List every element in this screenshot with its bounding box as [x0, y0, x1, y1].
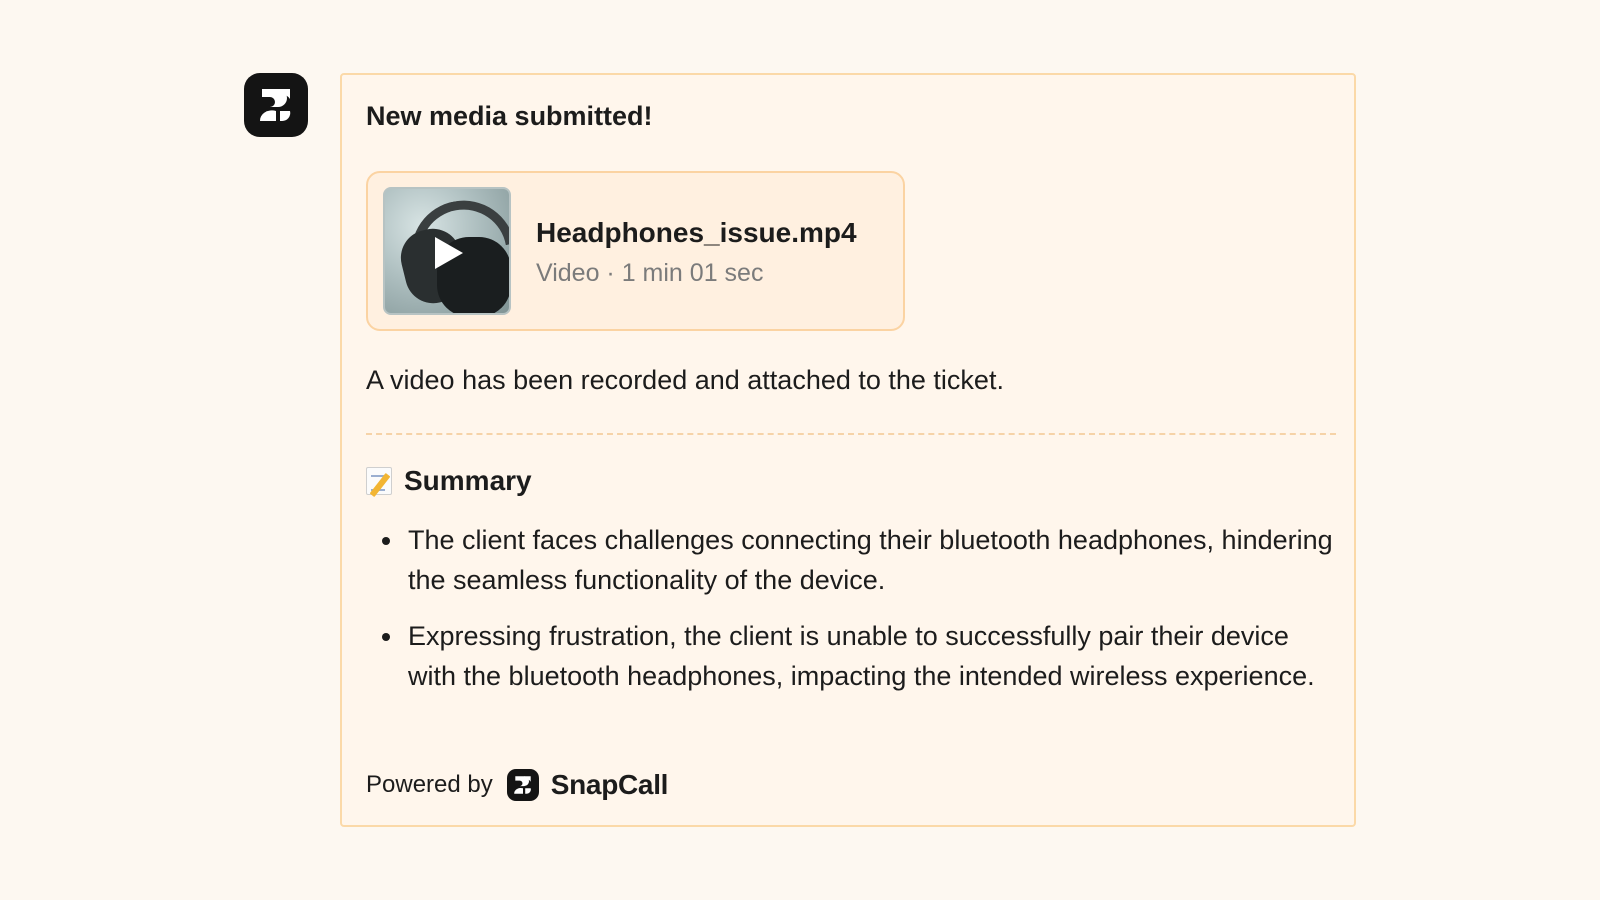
powered-by-label: Powered by: [366, 771, 493, 798]
snapcall-logo-icon: [259, 89, 291, 122]
media-meta: Video · 1 min 01 sec: [536, 259, 764, 287]
summary-heading: Summary: [366, 465, 532, 497]
summary-item: Expressing frustration, the client is un…: [382, 616, 1342, 696]
summary-list: The client faces challenges connecting t…: [382, 520, 1342, 712]
snapcall-logo-icon: [506, 769, 539, 801]
media-file-name: Headphones_issue.mp4: [536, 217, 857, 248]
message-title: New media submitted!: [366, 101, 653, 131]
summary-item: The client faces challenges connecting t…: [382, 520, 1342, 600]
dashed-divider: [366, 433, 1336, 435]
brand-name[interactable]: SnapCall: [551, 769, 669, 801]
memo-icon: [366, 467, 392, 495]
play-icon[interactable]: [435, 237, 463, 269]
media-attachment[interactable]: Headphones_issue.mp4 Video · 1 min 01 se…: [366, 171, 905, 331]
snapcall-app-avatar: [244, 73, 308, 137]
powered-by-footer: Powered by SnapCall: [366, 769, 668, 801]
message-card: New media submitted! Headphones_issue.mp…: [340, 73, 1356, 827]
message-description: A video has been recorded and attached t…: [366, 365, 1004, 395]
video-thumbnail[interactable]: [383, 187, 511, 315]
summary-title: Summary: [404, 465, 532, 496]
